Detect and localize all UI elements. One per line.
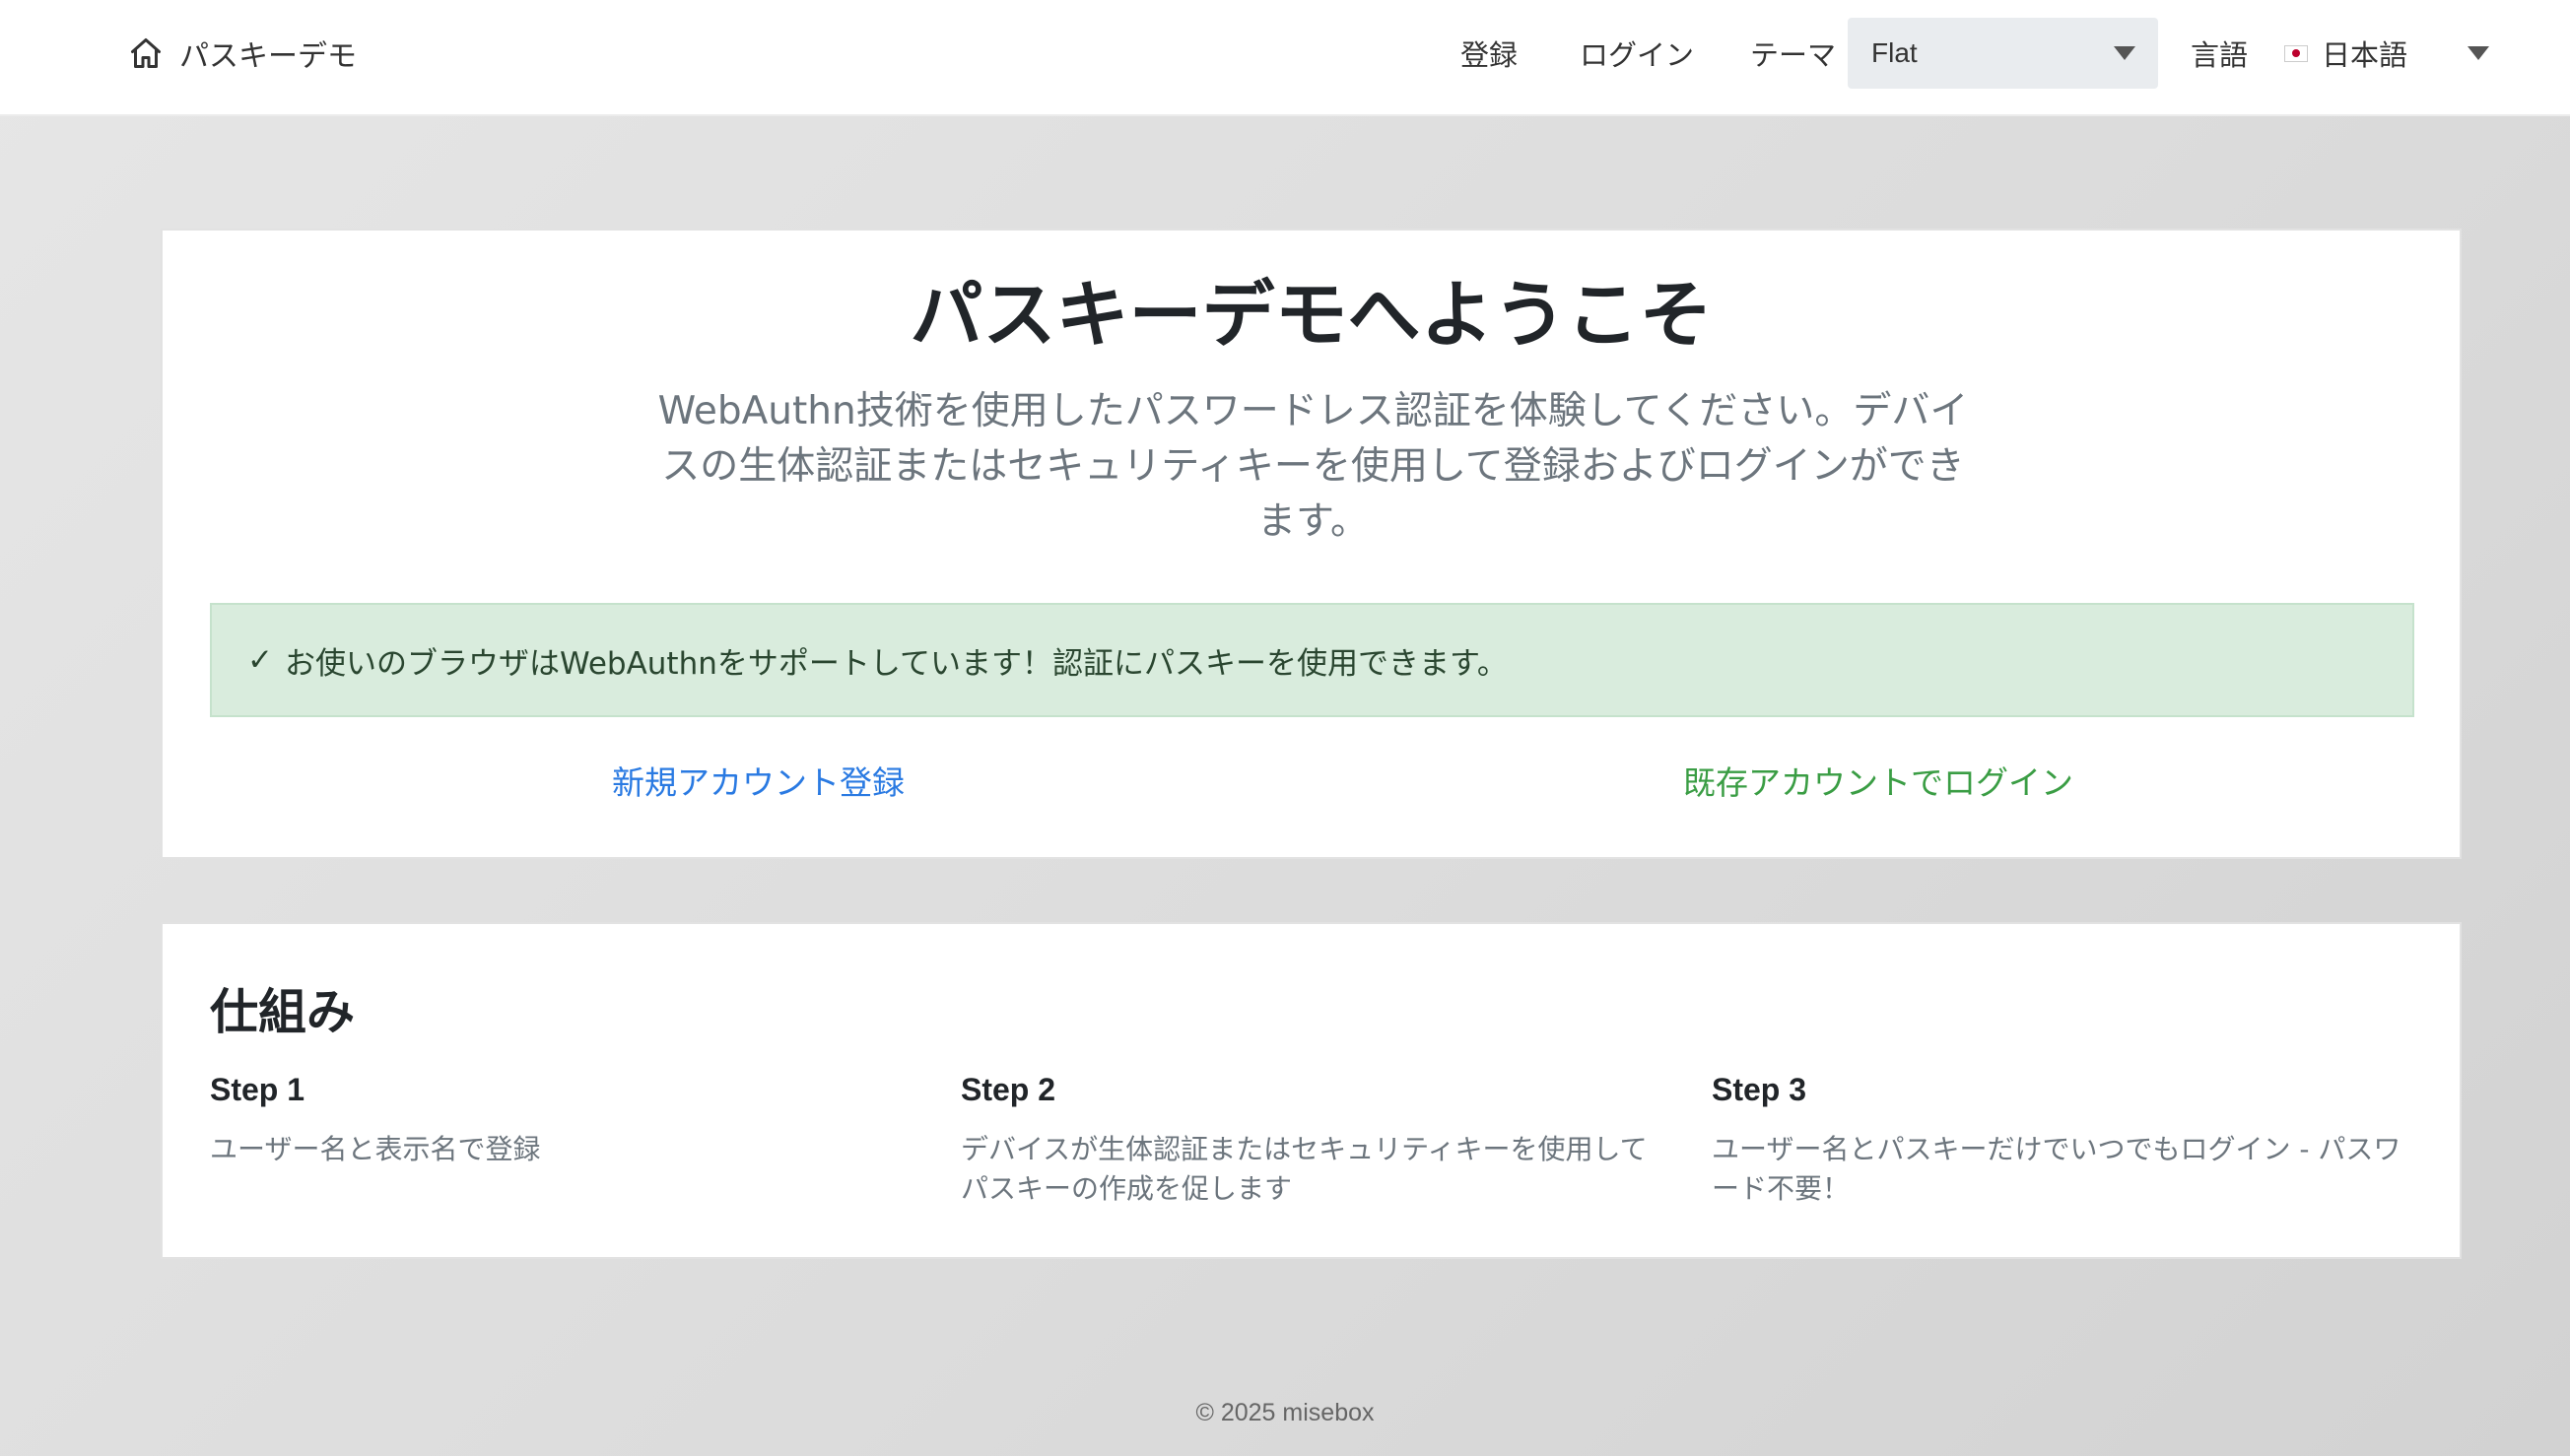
step-item: Step 3 ユーザー名とパスキーだけでいつでもログイン - パスワード不要！ xyxy=(1712,1072,2411,1209)
footer-copyright: © 2025 misebox xyxy=(1195,1399,1375,1426)
nav-login-link[interactable]: ログイン xyxy=(1580,33,1694,74)
step-title: Step 2 xyxy=(961,1072,1056,1107)
alert-text: お使いのブラウザはWebAuthnをサポートしています！認証にパスキーを使用でき… xyxy=(284,645,1508,682)
brand-home-link[interactable]: パスキーデモ xyxy=(128,30,357,77)
webauthn-support-alert: ✓ お使いのブラウザはWebAuthnをサポートしています！認証にパスキーを使用… xyxy=(210,603,2414,717)
japan-flag-icon xyxy=(2284,44,2308,62)
home-icon xyxy=(128,35,164,71)
welcome-card: パスキーデモへようこそ WebAuthn技術を使用したパスワードレス認証を体験し… xyxy=(161,229,2462,859)
step-item: Step 2 デバイスが生体認証またはセキュリティキーを使用してパスキーの作成を… xyxy=(961,1072,1660,1209)
nav-register-link[interactable]: 登録 xyxy=(1460,33,1518,74)
step-description: デバイスが生体認証またはセキュリティキーを使用してパスキーの作成を促します xyxy=(961,1133,1648,1205)
login-account-link[interactable]: 既存アカウントでログイン xyxy=(1683,757,2073,804)
step-title: Step 3 xyxy=(1712,1072,1807,1107)
caret-down-icon xyxy=(2468,46,2489,60)
step-title: Step 1 xyxy=(210,1072,305,1107)
language-label: 言語 xyxy=(2191,38,2249,72)
page-title: パスキーデモへようこそ xyxy=(910,273,1713,358)
check-icon: ✓ xyxy=(247,642,273,678)
theme-label: テーマ xyxy=(1750,38,1837,72)
language-select[interactable]: 日本語 xyxy=(2284,18,2511,89)
theme-select-value: Flat xyxy=(1871,37,1918,68)
register-account-link[interactable]: 新規アカウント登録 xyxy=(612,757,905,804)
theme-select[interactable]: Flat xyxy=(1848,18,2158,89)
brand-text: パスキーデモ xyxy=(179,39,357,74)
section-title: 仕組み xyxy=(210,984,356,1040)
how-it-works-card: 仕組み Step 1 ユーザー名と表示名で登録 Step 2 デバイスが生体認証… xyxy=(161,922,2462,1259)
caret-down-icon xyxy=(2114,46,2135,60)
step-item: Step 1 ユーザー名と表示名で登録 xyxy=(210,1072,910,1169)
navbar: パスキーデモ 登録 ログイン テーマ Flat 言語 日本語 xyxy=(0,0,2570,116)
step-description: ユーザー名と表示名で登録 xyxy=(210,1133,541,1165)
language-select-value: 日本語 xyxy=(2322,38,2408,72)
step-description: ユーザー名とパスキーだけでいつでもログイン - パスワード不要！ xyxy=(1712,1133,2401,1205)
welcome-lead: WebAuthn技術を使用したパスワードレス認証を体験してください。デバイスの生… xyxy=(657,389,1969,544)
